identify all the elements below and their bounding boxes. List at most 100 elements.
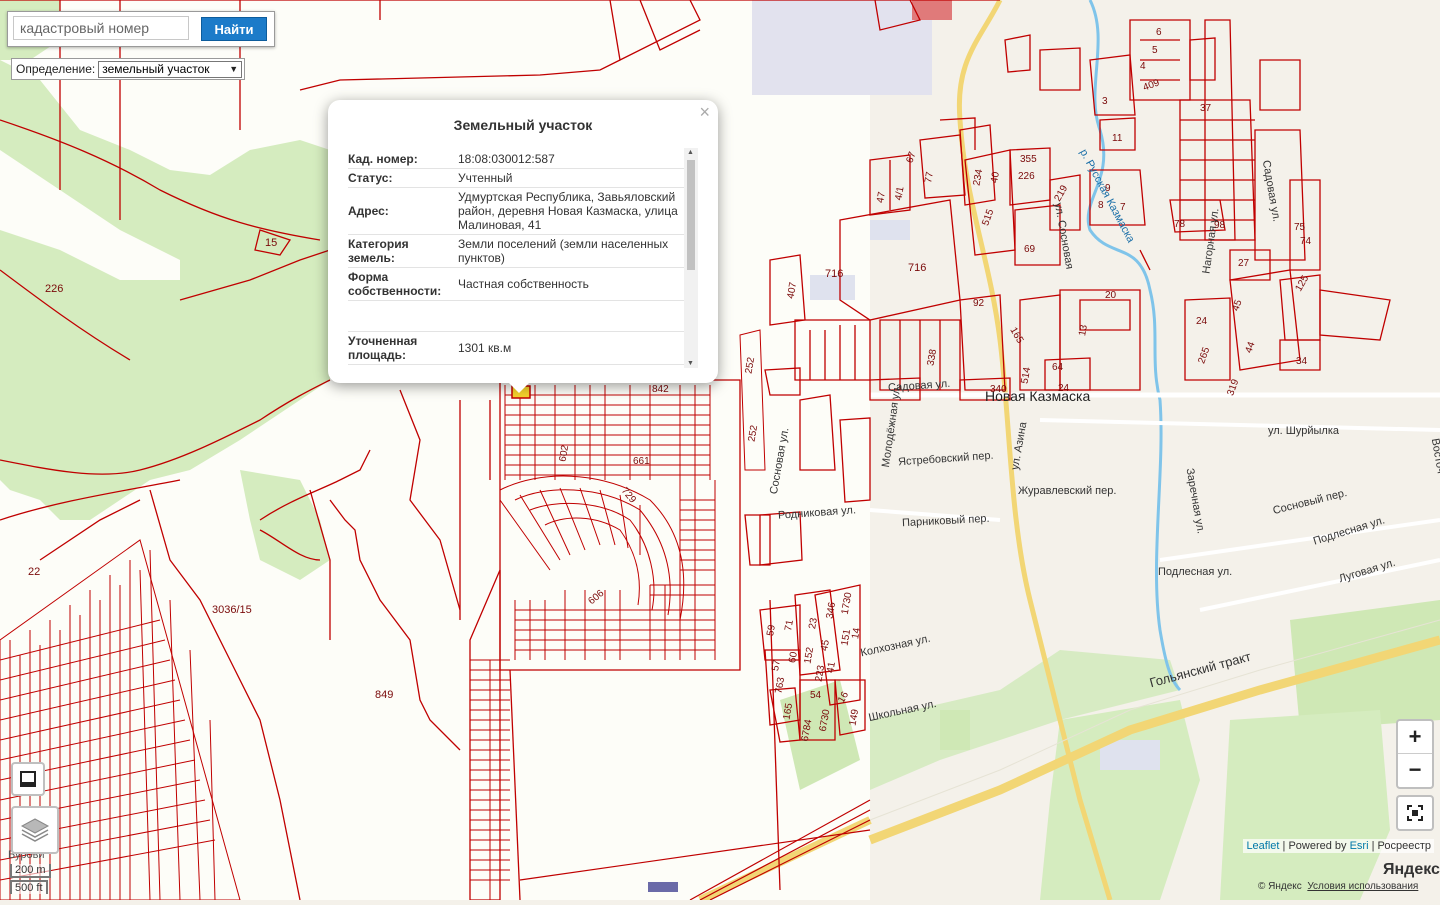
info-key xyxy=(348,301,458,331)
terms-link[interactable]: Условия использования xyxy=(1307,881,1418,892)
layers-icon xyxy=(20,818,50,842)
info-row-empty xyxy=(348,301,698,332)
info-row-area: Уточненная площадь: 1301 кв.м xyxy=(348,332,698,365)
parcel-label: 64 xyxy=(1052,362,1064,373)
attribution: Leaflet | Powered by Esri | Росреестр xyxy=(1243,839,1434,853)
parcel-label: 45 xyxy=(819,639,832,652)
parcel-info-popup: × Земельный участок Кад. номер: 18:08:03… xyxy=(328,100,718,383)
leaflet-link[interactable]: Leaflet xyxy=(1246,840,1279,852)
parcel-label: 716 xyxy=(825,268,844,280)
layers-button[interactable] xyxy=(11,806,59,854)
info-value: 1301 кв.м xyxy=(458,341,512,355)
street-label: Подлесная ул. xyxy=(1158,566,1233,578)
yandex-copyright: © Яндекс Условия использования xyxy=(1258,881,1418,892)
info-row-category: Категория земель: Земли поселений (земли… xyxy=(348,235,698,268)
parcel-label: 41 xyxy=(825,661,838,674)
info-row-status: Статус: Учтенный xyxy=(348,169,698,188)
parcel-label: 716 xyxy=(908,262,927,274)
parcel-label: 34 xyxy=(1296,356,1308,367)
parcel-label: 11 xyxy=(1112,133,1123,144)
info-key: Статус: xyxy=(348,171,393,185)
ruler-icon xyxy=(20,771,36,787)
info-value: 18:08:030012:587 xyxy=(458,152,555,166)
parcel-label: 9 xyxy=(1105,183,1111,194)
map-canvas[interactable]: Новая Казмаска ул. Шурйылка Садовая ул. … xyxy=(0,0,1440,904)
parcel-label: 24 xyxy=(1058,383,1070,394)
cadastral-number-input[interactable] xyxy=(13,16,189,40)
parcel-label: 842 xyxy=(652,384,669,395)
parcel-label: 6 xyxy=(1156,27,1162,38)
info-value xyxy=(458,301,680,331)
zoom-out-button[interactable]: − xyxy=(1398,753,1432,786)
find-button[interactable]: Найти xyxy=(201,17,267,41)
info-key: Уточненная площадь: xyxy=(348,334,418,362)
info-key: Адрес: xyxy=(348,204,389,218)
parcel-label: 92 xyxy=(973,298,985,309)
info-value: Земли поселений (земли населенных пункто… xyxy=(458,237,669,265)
parcel-label: 355 xyxy=(1020,154,1037,165)
parcel-label: 661 xyxy=(633,456,650,467)
attribution-sep: | Powered by xyxy=(1279,840,1350,852)
parcel-label: 5 xyxy=(1152,45,1158,56)
ruler-button[interactable] xyxy=(11,762,45,796)
parcel-label: 98 xyxy=(1214,220,1226,231)
street-label: Журавлевский пер. xyxy=(1018,485,1117,497)
parcel-label: 23 xyxy=(807,617,820,630)
parcel-label: 47 xyxy=(875,191,888,204)
parcel-label: 226 xyxy=(1018,171,1035,182)
info-value: Частная собственность xyxy=(458,277,589,291)
info-row-ownership: Форма собственности: Частная собственнос… xyxy=(348,268,698,301)
parcel-label: 849 xyxy=(375,689,394,701)
esri-link[interactable]: Esri xyxy=(1350,840,1369,852)
scroll-down-icon[interactable]: ▼ xyxy=(687,360,694,367)
yandex-logo: Яндекс xyxy=(1383,861,1440,878)
parcel-label: 74 xyxy=(1300,236,1312,247)
definition-selected-value: земельный участок xyxy=(102,62,210,76)
parcel-label: 340 xyxy=(990,384,1007,395)
parcel-label: 77 xyxy=(923,171,936,184)
definition-select[interactable]: земельный участок ▼ xyxy=(98,60,243,78)
parcel-label: 8 xyxy=(1098,200,1104,211)
parcel-label: 22 xyxy=(28,566,41,578)
parcel-label: 40 xyxy=(989,171,1002,184)
parcel-label: 69 xyxy=(1024,244,1036,255)
parcel-label: 60 xyxy=(787,651,800,664)
popup-body[interactable]: Кад. номер: 18:08:030012:587 Статус: Учт… xyxy=(348,148,698,368)
fullscreen-button[interactable] xyxy=(1396,795,1434,831)
parcel-label: 7 xyxy=(1120,202,1126,213)
search-panel: Найти xyxy=(7,11,275,47)
info-row-address: Адрес: Удмуртская Республика, Завьяловск… xyxy=(348,188,698,235)
parcel-label: 54 xyxy=(810,690,822,701)
popup-scrollbar[interactable]: ▲ ▼ xyxy=(684,148,698,368)
zoom-in-button[interactable]: + xyxy=(1398,721,1432,753)
parcel-label: 4 xyxy=(1140,61,1146,72)
scrollbar-thumb[interactable] xyxy=(687,160,695,270)
parcel-label: 3036/15 xyxy=(212,604,252,616)
parcel-label: 226 xyxy=(45,283,64,295)
parcel-label: 3 xyxy=(1102,96,1108,107)
zoom-control: + − xyxy=(1396,719,1434,789)
parcel-label: 59 xyxy=(765,624,778,637)
popup-tip xyxy=(508,382,530,393)
fullscreen-icon xyxy=(1407,805,1423,821)
info-value: Учтенный xyxy=(458,171,513,185)
street-label: ул. Шурйылка xyxy=(1268,425,1340,437)
parcel-label: 13 xyxy=(1077,324,1090,337)
parcel-label: 78 xyxy=(1174,219,1186,230)
scale-metric: 200 m xyxy=(10,864,51,878)
scale-imperial: 500 ft xyxy=(10,880,48,894)
info-row-cadastral: Кад. номер: 18:08:030012:587 xyxy=(348,148,698,169)
parcel-label: 20 xyxy=(1105,290,1117,301)
definition-label: Определение: xyxy=(16,62,96,76)
info-key: Кад. номер: xyxy=(348,152,418,166)
scroll-up-icon[interactable]: ▲ xyxy=(687,149,694,156)
parcel-label: 27 xyxy=(1238,258,1250,269)
definition-panel: Определение: земельный участок ▼ xyxy=(11,58,245,80)
info-key: Форма собственности: xyxy=(348,270,442,298)
chevron-down-icon: ▼ xyxy=(229,64,239,74)
parcel-label: 75 xyxy=(1294,222,1306,233)
yandex-copy-text: © Яндекс xyxy=(1258,881,1302,892)
parcel-label: 57 xyxy=(770,659,783,672)
map-tiles xyxy=(0,0,1440,904)
parcel-label: 71 xyxy=(783,619,796,632)
